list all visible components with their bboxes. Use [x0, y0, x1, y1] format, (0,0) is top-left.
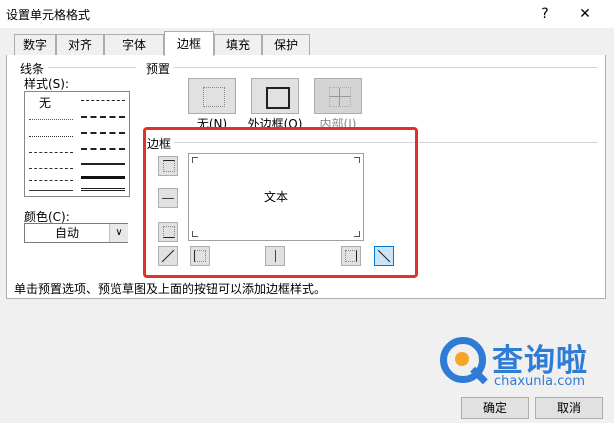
tab-font[interactable]: 字体 — [104, 34, 164, 55]
window-title: 设置单元格格式 — [6, 8, 91, 22]
line-style-thin[interactable] — [29, 190, 73, 191]
line-style-medium-dash-dot-dot[interactable] — [81, 100, 125, 101]
preset-inside-button — [314, 78, 362, 114]
tab-alignment[interactable]: 对齐 — [56, 34, 104, 55]
preset-outline-button[interactable] — [251, 78, 299, 114]
preset-none-icon — [203, 87, 225, 107]
highlight-annotation — [143, 127, 418, 278]
hint-text: 单击预置选项、预览草图及上面的按钮可以添加边框样式。 — [14, 282, 327, 296]
watermark-logo-dot — [455, 352, 469, 366]
line-style-medium-dash-dot[interactable] — [81, 132, 125, 134]
line-style-double[interactable] — [81, 188, 125, 191]
title-bar — [0, 0, 614, 28]
line-style-slant-dash-dot[interactable] — [81, 116, 125, 118]
close-button[interactable]: ✕ — [572, 3, 598, 25]
preset-outline-icon — [266, 87, 290, 109]
tab-number[interactable]: 数字 — [14, 34, 56, 55]
line-style-list[interactable]: 无 — [24, 91, 130, 197]
tab-protection[interactable]: 保护 — [262, 34, 310, 55]
line-style-dotted[interactable] — [29, 119, 73, 120]
color-select[interactable]: 自动 ∨ — [24, 223, 128, 243]
line-style-dashed[interactable] — [29, 180, 73, 181]
cancel-button[interactable]: 取消 — [535, 397, 603, 419]
color-value: 自动 — [54, 226, 79, 240]
ok-button[interactable]: 确定 — [461, 397, 529, 419]
line-style-dotted-fine[interactable] — [29, 136, 73, 137]
preset-none-button[interactable] — [188, 78, 236, 114]
line-style-none[interactable]: 无 — [39, 94, 51, 111]
tab-border[interactable]: 边框 — [164, 31, 214, 56]
preset-inside-icon — [329, 87, 351, 107]
line-group-divider — [48, 67, 136, 68]
watermark-url: chaxunla.com — [494, 374, 585, 389]
presets-group-label: 预置 — [146, 62, 171, 76]
style-label: 样式(S): — [24, 77, 70, 91]
line-style-medium-dashed[interactable] — [81, 148, 125, 150]
chevron-down-icon[interactable]: ∨ — [109, 224, 128, 242]
line-style-thick[interactable] — [81, 176, 125, 179]
line-style-medium[interactable] — [81, 163, 125, 165]
tab-fill[interactable]: 填充 — [214, 34, 262, 55]
help-button[interactable]: ? — [532, 3, 558, 25]
line-style-dash-dot-dot[interactable] — [29, 152, 73, 153]
line-style-dash-dot[interactable] — [29, 168, 73, 169]
presets-group-divider — [174, 67, 598, 68]
